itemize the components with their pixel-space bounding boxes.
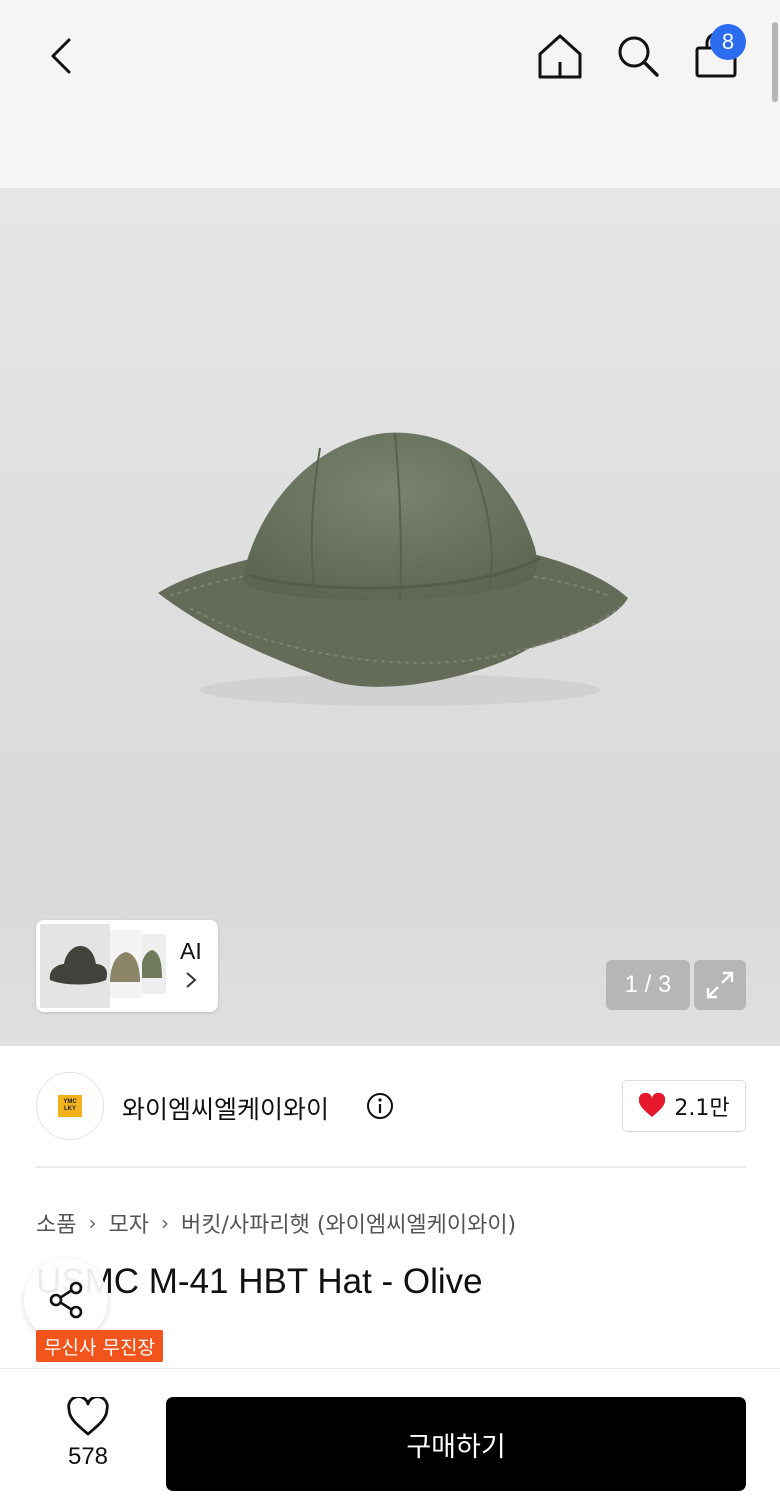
brand-like-count: 2.1만 xyxy=(674,1096,730,1121)
ai-similar-items-card[interactable]: AI xyxy=(36,920,218,1012)
home-icon xyxy=(538,34,582,79)
product-image xyxy=(158,432,628,706)
brand-logo[interactable]: YMC LKY xyxy=(36,1072,104,1140)
brand-logo-mark: YMC LKY xyxy=(58,1095,82,1117)
chevron-right-icon xyxy=(186,972,197,988)
promo-tag: 무신사 무진장 xyxy=(36,1330,163,1362)
brand-name[interactable]: 와이엠씨엘케이와이 xyxy=(122,1090,329,1126)
breadcrumb-item[interactable]: 모자 xyxy=(108,1207,148,1239)
brand-row: YMC LKY 와이엠씨엘케이와이 2.1만 xyxy=(36,1072,746,1142)
share-icon xyxy=(49,1281,83,1319)
back-button[interactable] xyxy=(30,24,94,88)
top-header: 8 xyxy=(0,0,780,188)
expand-image-button[interactable] xyxy=(694,960,746,1010)
home-button[interactable] xyxy=(528,24,592,88)
similar-items-thumbnails xyxy=(40,924,166,1008)
brand-logo-text-bottom: LKY xyxy=(64,1106,76,1112)
chevron-right-icon: › xyxy=(160,1211,169,1235)
bottom-action-bar: 578 구매하기 xyxy=(0,1368,780,1500)
breadcrumb: 소품 › 모자 › 버킷/사파리햇 (와이엠씨엘케이와이) xyxy=(36,1206,516,1240)
product-image-carousel[interactable]: AI 1 / 3 xyxy=(0,188,780,1046)
expand-icon xyxy=(706,971,734,999)
breadcrumb-item[interactable]: 버킷/사파리햇 (와이엠씨엘케이와이) xyxy=(181,1207,516,1239)
chevron-right-icon: › xyxy=(88,1211,97,1235)
image-page-counter: 1 / 3 xyxy=(606,960,690,1010)
search-icon xyxy=(618,36,659,77)
info-icon[interactable] xyxy=(366,1092,394,1120)
wishlist-button[interactable]: 578 xyxy=(50,1397,126,1485)
heart-icon xyxy=(639,1093,666,1117)
breadcrumb-item[interactable]: 소품 xyxy=(36,1207,76,1239)
wishlist-count: 578 xyxy=(67,1443,109,1470)
brand-like-button[interactable]: 2.1만 xyxy=(622,1080,746,1132)
heart-outline-icon xyxy=(67,1397,109,1436)
ai-label: AI xyxy=(180,938,202,964)
search-button[interactable] xyxy=(606,24,670,88)
buy-button[interactable]: 구매하기 xyxy=(166,1397,746,1491)
divider xyxy=(36,1166,746,1168)
scrollbar[interactable] xyxy=(772,22,778,102)
back-arrow-icon xyxy=(51,38,71,74)
brand-logo-text-top: YMC xyxy=(63,1099,77,1105)
cart-count-badge: 8 xyxy=(710,24,746,60)
